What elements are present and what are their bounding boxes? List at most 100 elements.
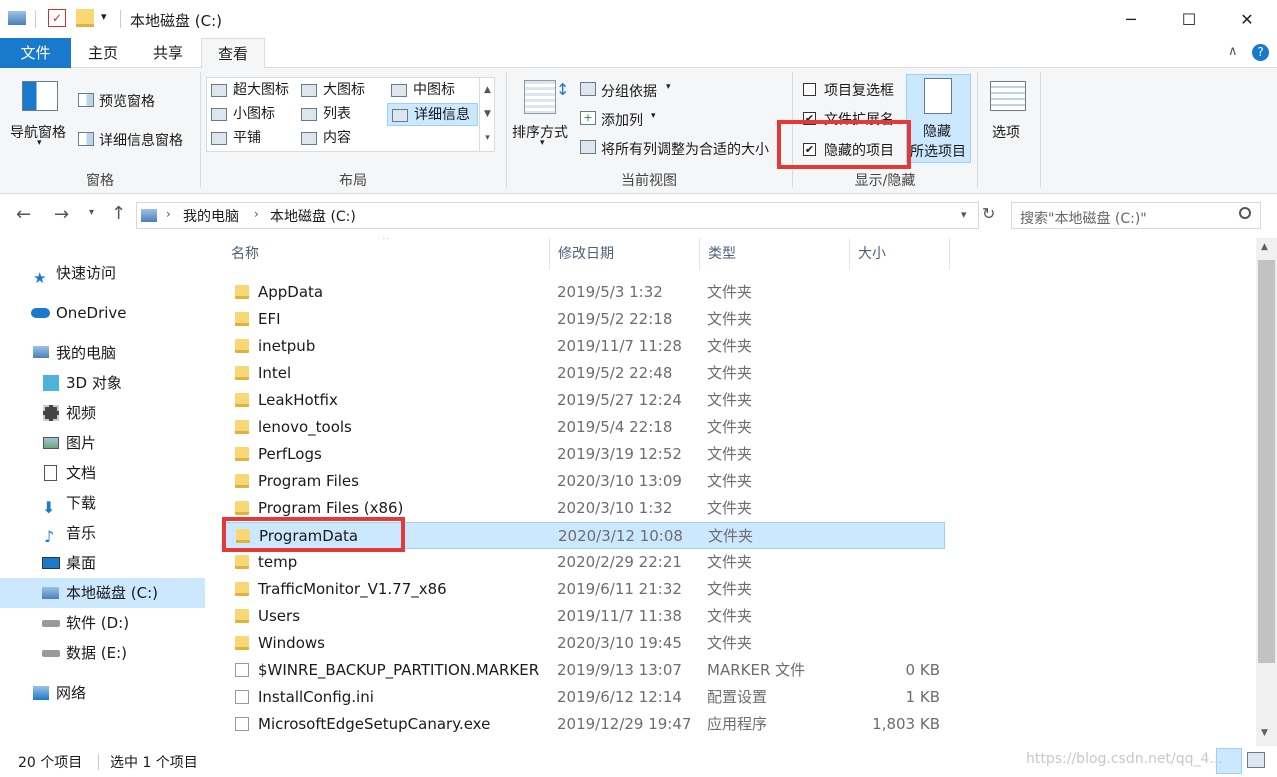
chevron-right-icon[interactable]: › bbox=[254, 207, 259, 221]
search-input[interactable]: 搜索"本地磁盘 (C:)" bbox=[1011, 202, 1261, 229]
breadcrumb-drive[interactable]: 本地磁盘 (C:) bbox=[270, 206, 356, 226]
nav-label: 文档 bbox=[66, 464, 97, 482]
forward-icon[interactable]: → bbox=[54, 204, 69, 225]
refresh-icon[interactable]: ↻ bbox=[982, 204, 995, 223]
tab-share[interactable]: 共享 bbox=[135, 38, 201, 68]
table-row[interactable]: Intel 2019/5/2 22:48 文件夹 bbox=[223, 360, 945, 387]
file-name: EFI bbox=[258, 310, 281, 328]
nav-documents[interactable]: 文档 bbox=[0, 458, 205, 488]
table-row[interactable]: InstallConfig.ini 2019/6/12 12:14 配置设置 1 KB bbox=[223, 684, 945, 711]
group-label-pane: 窗格 bbox=[86, 173, 114, 189]
file-date: 2019/5/2 22:18 bbox=[557, 310, 673, 328]
layout-large-icons[interactable]: 大图标 bbox=[297, 79, 365, 102]
status-item-count: 20 个项目 bbox=[18, 755, 83, 771]
nav-label: OneDrive bbox=[56, 304, 127, 322]
details-pane-button[interactable]: 详细信息窗格 bbox=[99, 130, 183, 150]
file-date: 2019/6/11 21:32 bbox=[557, 580, 682, 598]
nav-3d-objects[interactable]: 3D 对象 bbox=[0, 368, 205, 398]
file-type: 文件夹 bbox=[707, 445, 753, 463]
group-label-show-hide: 显示/隐藏 bbox=[854, 173, 916, 189]
group-by-button[interactable]: 分组依据 bbox=[601, 81, 657, 101]
column-header-name[interactable]: 名称 bbox=[223, 238, 550, 270]
column-header-size[interactable]: 大小 bbox=[850, 238, 950, 270]
table-row[interactable]: MicrosoftEdgeSetupCanary.exe 2019/12/29 1… bbox=[223, 711, 945, 738]
nav-this-pc[interactable]: 我的电脑 bbox=[0, 338, 205, 368]
help-icon[interactable]: ? bbox=[1252, 44, 1269, 61]
large-icons-toggle-icon[interactable] bbox=[1247, 752, 1265, 768]
nav-drive-c[interactable]: 本地磁盘 (C:) bbox=[0, 578, 205, 608]
layout-small-icons[interactable]: 小图标 bbox=[207, 103, 275, 126]
chevron-right-icon[interactable]: › bbox=[166, 207, 171, 221]
table-row[interactable]: Users 2019/11/7 11:38 文件夹 bbox=[223, 603, 945, 630]
add-column-button[interactable]: 添加列 bbox=[601, 110, 643, 130]
scroll-down-icon[interactable]: ▼ bbox=[1261, 728, 1268, 738]
chevron-down-icon: ▾ bbox=[666, 82, 671, 92]
nav-onedrive[interactable]: OneDrive bbox=[0, 298, 205, 328]
layout-extra-large-icons[interactable]: 超大图标 bbox=[207, 79, 289, 102]
item-checkboxes-checkbox[interactable] bbox=[803, 83, 816, 96]
column-header-type[interactable]: 类型 bbox=[700, 238, 850, 270]
table-row[interactable]: Windows 2020/3/10 19:45 文件夹 bbox=[223, 630, 945, 657]
scroll-up-icon[interactable]: ▲ bbox=[1261, 242, 1268, 252]
nav-drive-d[interactable]: 软件 (D:) bbox=[0, 608, 205, 638]
maximize-button[interactable]: ☐ bbox=[1160, 0, 1218, 38]
properties-icon[interactable]: ✓ bbox=[48, 9, 66, 27]
up-icon[interactable]: ↑ bbox=[111, 203, 126, 224]
minimize-button[interactable]: ─ bbox=[1102, 0, 1160, 38]
nav-label: 桌面 bbox=[66, 554, 97, 572]
table-row[interactable]: PerfLogs 2019/3/19 12:52 文件夹 bbox=[223, 441, 945, 468]
nav-downloads[interactable]: ⬇ 下载 bbox=[0, 488, 205, 518]
table-row[interactable]: LeakHotfix 2019/5/27 12:24 文件夹 bbox=[223, 387, 945, 414]
layout-details[interactable]: 详细信息 bbox=[387, 103, 478, 126]
nav-music[interactable]: ♪ 音乐 bbox=[0, 518, 205, 548]
tab-home[interactable]: 主页 bbox=[71, 38, 135, 68]
table-row[interactable]: inetpub 2019/11/7 11:28 文件夹 bbox=[223, 333, 945, 360]
close-button[interactable]: ✕ bbox=[1218, 0, 1276, 38]
layout-content[interactable]: 内容 bbox=[297, 127, 351, 150]
fit-columns-button[interactable]: 将所有列调整为合适的大小 bbox=[601, 139, 777, 159]
chevron-down-icon: ▾ bbox=[37, 138, 42, 148]
separator bbox=[35, 10, 36, 28]
folder-icon bbox=[235, 393, 249, 407]
nav-desktop[interactable]: 桌面 bbox=[0, 548, 205, 578]
tab-view[interactable]: 查看 bbox=[201, 38, 265, 69]
file-date: 2019/11/7 11:38 bbox=[557, 607, 682, 625]
recent-locations-icon[interactable]: ▾ bbox=[89, 207, 94, 218]
table-row[interactable]: temp 2020/2/29 22:21 文件夹 bbox=[223, 549, 945, 576]
options-button[interactable]: 选项 bbox=[992, 122, 1020, 142]
nav-network[interactable]: 网络 bbox=[0, 678, 205, 708]
nav-videos[interactable]: 视频 bbox=[0, 398, 205, 428]
table-row[interactable]: AppData 2019/5/3 1:32 文件夹 bbox=[223, 279, 945, 306]
gallery-scroll[interactable]: ▲ ▼ ▾ bbox=[479, 78, 495, 151]
layout-medium-icons[interactable]: 中图标 bbox=[387, 79, 455, 102]
nav-pictures[interactable]: 图片 bbox=[0, 428, 205, 458]
preview-pane-button[interactable]: 预览窗格 bbox=[99, 91, 155, 111]
file-type: 文件夹 bbox=[707, 364, 753, 382]
folder-icon bbox=[235, 609, 249, 623]
nav-quick-access[interactable]: ★ 快速访问 bbox=[0, 258, 205, 288]
layout-tiles[interactable]: 平铺 bbox=[207, 127, 261, 150]
table-row[interactable]: $WINRE_BACKUP_PARTITION.MARKER 2019/9/13 … bbox=[223, 657, 945, 684]
new-folder-icon[interactable] bbox=[76, 9, 94, 27]
column-header-date[interactable]: 修改日期 bbox=[550, 238, 700, 270]
address-input[interactable]: › 我的电脑 › 本地磁盘 (C:) ▾ bbox=[136, 202, 979, 229]
tab-file[interactable]: 文件 bbox=[0, 38, 71, 68]
table-row[interactable]: Program Files 2020/3/10 13:09 文件夹 bbox=[223, 468, 945, 495]
nav-drive-e[interactable]: 数据 (E:) bbox=[0, 638, 205, 668]
table-row[interactable]: lenovo_tools 2019/5/4 22:18 文件夹 bbox=[223, 414, 945, 441]
folder-icon bbox=[235, 555, 249, 569]
address-history-icon[interactable]: ▾ bbox=[961, 208, 967, 221]
scrollbar-thumb[interactable] bbox=[1258, 260, 1275, 663]
table-row[interactable]: EFI 2019/5/2 22:18 文件夹 bbox=[223, 306, 945, 333]
options-icon bbox=[990, 81, 1026, 111]
back-icon[interactable]: ← bbox=[16, 204, 31, 225]
table-row[interactable]: TrafficMonitor_V1.77_x86 2019/6/11 21:32 文… bbox=[223, 576, 945, 603]
search-icon[interactable] bbox=[1239, 207, 1251, 219]
breadcrumb-this-pc[interactable]: 我的电脑 bbox=[183, 206, 239, 226]
customize-quick-access-icon[interactable]: ▾ bbox=[101, 10, 107, 23]
collapse-ribbon-icon[interactable]: ∧ bbox=[1228, 44, 1238, 59]
network-icon bbox=[33, 686, 49, 700]
nav-label: 图片 bbox=[66, 434, 97, 452]
file-size: 1,803 KB bbox=[872, 715, 940, 733]
layout-list[interactable]: 列表 bbox=[297, 103, 351, 126]
